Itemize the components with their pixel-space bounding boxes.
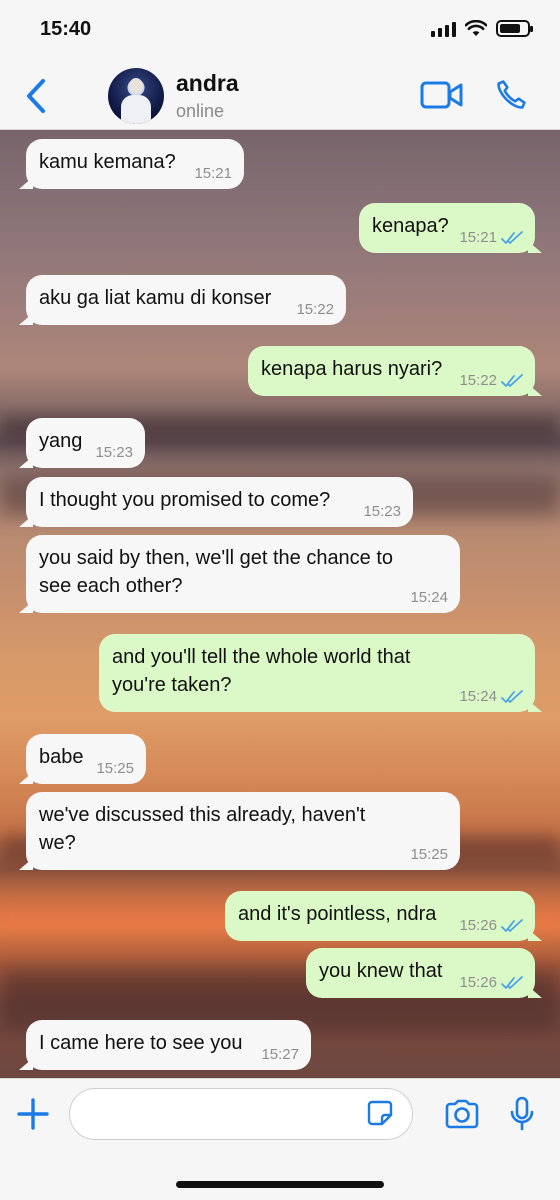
- incoming-message-bubble[interactable]: yang 15:23: [19, 418, 145, 468]
- chat-area[interactable]: kamu kemana? 15:21 kenapa? 15:21 aku ga liat…: [0, 130, 560, 1078]
- message-text: and it's pointless, ndra: [238, 903, 437, 925]
- sticker-icon: [367, 1100, 393, 1126]
- message-timestamp: 15:26: [459, 918, 523, 934]
- voice-call-button[interactable]: [494, 78, 528, 117]
- message-list: kamu kemana? 15:21 kenapa? 15:21 aku ga liat…: [0, 130, 560, 1078]
- incoming-message-bubble[interactable]: I thought you promised to come? 15:23: [19, 477, 413, 527]
- video-call-button[interactable]: [420, 80, 464, 115]
- message-timestamp: 15:23: [363, 504, 401, 520]
- microphone-icon: [510, 1096, 534, 1131]
- message-text: I thought you promised to come?: [39, 489, 331, 511]
- wifi-icon: [465, 20, 487, 36]
- message-text: you knew that: [319, 960, 443, 982]
- timestamp-text: 15:22: [296, 301, 334, 318]
- message-timestamp: 15:23: [95, 445, 133, 461]
- timestamp-text: 15:21: [459, 229, 497, 246]
- read-receipt-icon: [501, 976, 523, 989]
- back-chevron-icon: [27, 79, 45, 113]
- composer-bar: [0, 1078, 560, 1200]
- message-timestamp: 15:22: [296, 302, 334, 318]
- incoming-message-bubble[interactable]: aku ga liat kamu di konser 15:22: [19, 275, 346, 325]
- chat-header: 15:40 andra online: [0, 0, 560, 130]
- back-button[interactable]: [18, 76, 54, 116]
- sticker-button[interactable]: [367, 1100, 393, 1131]
- incoming-message-bubble[interactable]: we've discussed this already, haven't we…: [19, 792, 460, 870]
- phone-icon: [497, 80, 526, 109]
- incoming-message-bubble[interactable]: babe 15:25: [19, 734, 146, 784]
- video-call-icon: [420, 81, 463, 109]
- message-text: you said by then, we'll get the chance t…: [39, 547, 394, 597]
- message-text: kamu kemana?: [39, 151, 176, 173]
- incoming-message-bubble[interactable]: I came here to see you 15:27: [19, 1020, 311, 1070]
- message-timestamp: 15:22: [459, 373, 523, 389]
- camera-icon: [445, 1099, 479, 1129]
- contact-name[interactable]: andra: [176, 70, 239, 97]
- timestamp-text: 15:23: [95, 444, 133, 461]
- message-text: kenapa?: [372, 215, 449, 237]
- message-text: babe: [39, 746, 84, 768]
- message-text: I came here to see you: [39, 1032, 243, 1054]
- message-text: yang: [39, 430, 83, 452]
- incoming-message-bubble[interactable]: you said by then, we'll get the chance t…: [19, 535, 460, 613]
- home-indicator: [176, 1181, 384, 1188]
- outgoing-message-bubble[interactable]: kenapa? 15:21: [359, 203, 542, 253]
- plus-icon: [17, 1098, 49, 1130]
- message-timestamp: 15:26: [459, 975, 523, 991]
- attach-button[interactable]: [16, 1097, 50, 1136]
- message-timestamp: 15:24: [459, 689, 523, 705]
- message-text: kenapa harus nyari?: [261, 358, 443, 380]
- battery-icon: [496, 20, 533, 37]
- outgoing-message-bubble[interactable]: and you'll tell the whole world that you…: [99, 634, 542, 712]
- read-receipt-icon: [501, 231, 523, 244]
- read-receipt-icon: [501, 374, 523, 387]
- timestamp-text: 15:25: [96, 760, 134, 777]
- timestamp-text: 15:26: [459, 917, 497, 934]
- message-timestamp: 15:27: [261, 1047, 299, 1063]
- status-icons: [431, 20, 533, 37]
- timestamp-text: 15:24: [410, 589, 448, 606]
- message-timestamp: 15:25: [96, 761, 134, 777]
- message-timestamp: 15:25: [410, 847, 448, 863]
- outgoing-message-bubble[interactable]: and it's pointless, ndra 15:26: [225, 891, 542, 941]
- message-input[interactable]: [88, 1089, 368, 1137]
- timestamp-text: 15:24: [459, 688, 497, 705]
- incoming-message-bubble[interactable]: kamu kemana? 15:21: [19, 139, 244, 189]
- timestamp-text: 15:23: [363, 503, 401, 520]
- message-input-field[interactable]: [69, 1088, 413, 1140]
- contact-avatar[interactable]: [108, 68, 164, 124]
- message-text: aku ga liat kamu di konser: [39, 287, 272, 309]
- microphone-button[interactable]: [510, 1096, 534, 1137]
- outgoing-message-bubble[interactable]: kenapa harus nyari? 15:22: [248, 346, 542, 396]
- status-time: 15:40: [40, 18, 92, 40]
- read-receipt-icon: [501, 690, 523, 703]
- message-timestamp: 15:24: [410, 590, 448, 606]
- timestamp-text: 15:22: [459, 372, 497, 389]
- timestamp-text: 15:26: [459, 974, 497, 991]
- timestamp-text: 15:25: [410, 846, 448, 863]
- outgoing-message-bubble[interactable]: you knew that 15:26: [306, 948, 542, 998]
- cellular-signal-icon: [431, 21, 456, 37]
- message-timestamp: 15:21: [459, 230, 523, 246]
- message-text: we've discussed this already, haven't we…: [39, 804, 366, 854]
- contact-status: online: [176, 101, 225, 121]
- read-receipt-icon: [501, 919, 523, 932]
- timestamp-text: 15:27: [261, 1046, 299, 1063]
- message-timestamp: 15:21: [194, 166, 232, 182]
- message-text: and you'll tell the whole world that you…: [112, 646, 411, 696]
- timestamp-text: 15:21: [194, 165, 232, 182]
- camera-button[interactable]: [444, 1099, 480, 1134]
